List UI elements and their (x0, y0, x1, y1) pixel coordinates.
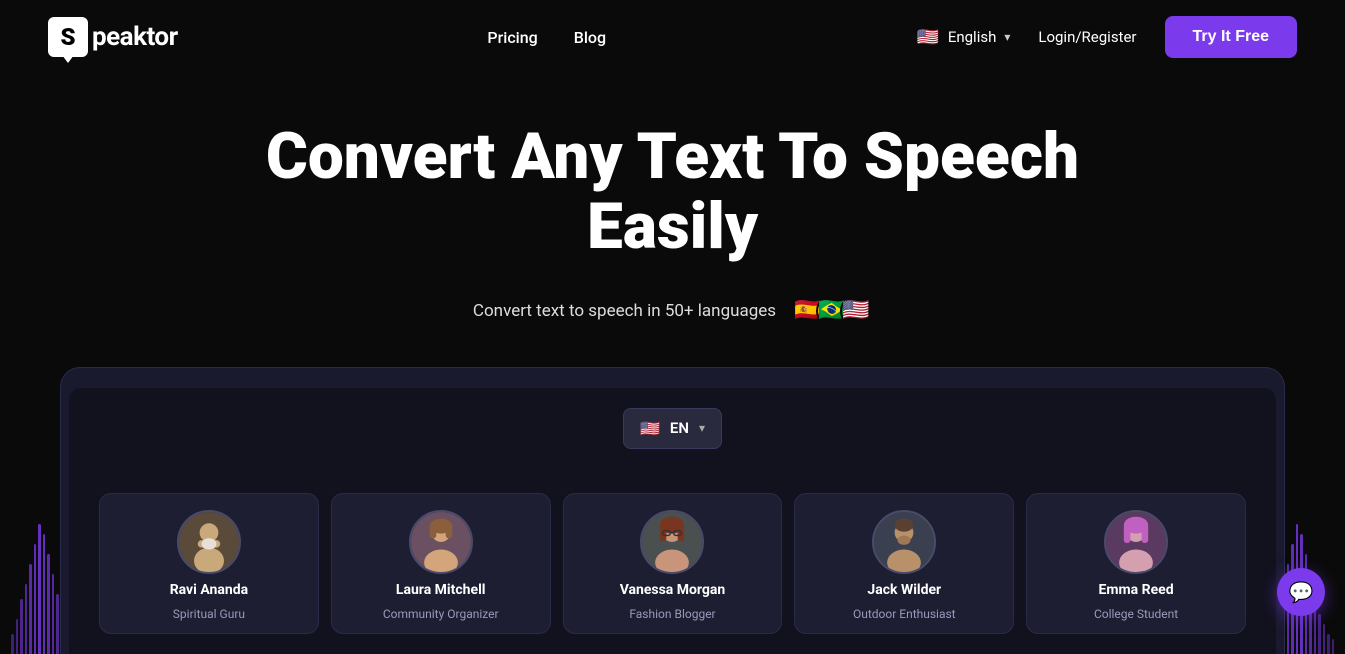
chevron-down-icon: ▾ (1004, 30, 1010, 44)
voice-name-emma: Emma Reed (1099, 582, 1174, 599)
flag-stack: 🇪🇸 🇧🇷 🇺🇸 (792, 295, 872, 327)
avatar-ravi-image (179, 510, 239, 574)
voice-role-vanessa: Fashion Blogger (629, 607, 715, 621)
voice-role-ravi: Spiritual Guru (173, 607, 245, 621)
logo-letter: S (60, 23, 75, 51)
device-frame: 🇺🇸 EN ▾ (60, 367, 1285, 654)
nav-links: Pricing Blog (487, 28, 606, 47)
voice-name-ravi: Ravi Ananda (170, 582, 248, 599)
language-label: English (948, 28, 997, 46)
avatar-emma-image (1106, 510, 1166, 574)
language-dropdown[interactable]: 🇺🇸 EN ▾ (623, 408, 722, 449)
avatar-emma (1104, 510, 1168, 574)
voice-card-jack[interactable]: Jack Wilder Outdoor Enthusiast (794, 493, 1014, 634)
dropdown-flag: 🇺🇸 (640, 419, 660, 438)
language-flag: 🇺🇸 (916, 25, 940, 49)
hero-subtitle: Convert text to speech in 50+ languages … (20, 295, 1325, 327)
dropdown-chevron: ▾ (699, 421, 705, 435)
avatar-laura-image (411, 510, 471, 574)
voice-card-laura[interactable]: Laura Mitchell Community Organizer (331, 493, 551, 634)
voice-role-emma: College Student (1094, 607, 1178, 621)
hero-title: Convert Any Text To Speech Easily (223, 122, 1123, 263)
avatar-vanessa-image (642, 510, 702, 574)
hero-section: Convert Any Text To Speech Easily Conver… (0, 74, 1345, 327)
login-register-link[interactable]: Login/Register (1038, 28, 1136, 46)
avatar-jack-image (874, 510, 934, 574)
logo[interactable]: S peaktor (48, 17, 178, 57)
voice-name-jack: Jack Wilder (867, 582, 941, 599)
logo-icon: S (48, 17, 88, 57)
nav-right: 🇺🇸 English ▾ Login/Register Try It Free (916, 16, 1297, 58)
voice-cards: Ravi Ananda Spiritual Guru (89, 493, 1256, 634)
voice-card-vanessa[interactable]: Vanessa Morgan Fashion Blogger (563, 493, 783, 634)
try-free-button[interactable]: Try It Free (1165, 16, 1297, 58)
voice-card-ravi[interactable]: Ravi Ananda Spiritual Guru (99, 493, 319, 634)
nav-pricing[interactable]: Pricing (487, 28, 537, 47)
chat-icon: 💬 (1289, 580, 1314, 604)
avatar-laura (409, 510, 473, 574)
nav-blog[interactable]: Blog (574, 28, 606, 47)
hero-subtitle-text: Convert text to speech in 50+ languages (473, 301, 776, 321)
voice-name-vanessa: Vanessa Morgan (620, 582, 726, 599)
en-dropdown-container: 🇺🇸 EN ▾ (89, 408, 1256, 473)
avatar-vanessa (640, 510, 704, 574)
demo-section: 🇺🇸 EN ▾ (0, 367, 1345, 654)
avatar-ravi (177, 510, 241, 574)
voice-card-emma[interactable]: Emma Reed College Student (1026, 493, 1246, 634)
voice-role-jack: Outdoor Enthusiast (853, 607, 956, 621)
language-selector[interactable]: 🇺🇸 English ▾ (916, 25, 1011, 49)
chat-bubble[interactable]: 💬 (1277, 568, 1325, 616)
navbar: S peaktor Pricing Blog 🇺🇸 English ▾ Logi… (0, 0, 1345, 74)
flag-usa: 🇺🇸 (840, 295, 872, 327)
logo-text: peaktor (92, 22, 178, 52)
voice-role-laura: Community Organizer (383, 607, 499, 621)
dropdown-code: EN (670, 419, 689, 437)
avatar-jack (872, 510, 936, 574)
device-inner: 🇺🇸 EN ▾ (69, 388, 1276, 654)
voice-name-laura: Laura Mitchell (396, 582, 486, 599)
